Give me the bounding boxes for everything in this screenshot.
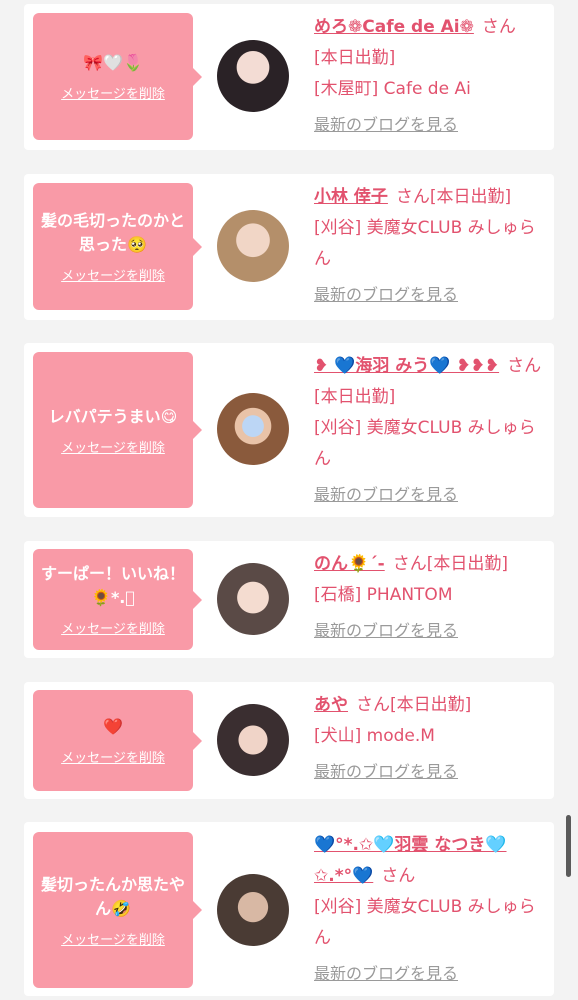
cast-name-link[interactable]: めろ❁Cafe de Ai❁ xyxy=(314,17,474,37)
delete-message-link[interactable]: メッセージを削除 xyxy=(61,437,165,456)
message-bubble: 🎀🤍🌷 メッセージを削除 xyxy=(33,13,202,140)
message-bubble: ❤️ メッセージを削除 xyxy=(33,690,202,791)
avatar[interactable] xyxy=(217,704,289,776)
avatar[interactable] xyxy=(217,874,289,946)
cast-name-link[interactable]: 小林 倖子 xyxy=(314,187,388,207)
cast-info: ❥ 💙海羽 みう💙 ❥❥❥ さん [本日出勤] [刈谷] 美魔女CLUB みしゅらん… xyxy=(314,351,542,511)
avatar[interactable] xyxy=(217,210,289,282)
message-card: 髪の毛切ったのかと思った🥺 メッセージを削除 小林 倖子 さん[本日出勤] [刈谷… xyxy=(24,174,554,320)
shop-label: [木屋町] Cafe de Ai xyxy=(314,79,471,99)
message-card: ❤️ メッセージを削除 あや さん[本日出勤] [犬山] mode.M 最新のブロ… xyxy=(24,682,554,799)
honorific: さん xyxy=(356,695,390,715)
shop-label: [刈谷] 美魔女CLUB みしゅらん xyxy=(314,218,536,269)
cast-info: あや さん[本日出勤] [犬山] mode.M 最新のブログを見る xyxy=(314,690,542,788)
blog-link[interactable]: 最新のブログを見る xyxy=(314,279,458,310)
status-label: [本日出勤] xyxy=(390,695,472,715)
blog-link[interactable]: 最新のブログを見る xyxy=(314,615,458,646)
message-text: 🎀🤍🌷 xyxy=(83,53,143,72)
avatar[interactable] xyxy=(217,393,289,465)
message-card: 髪切ったんか思たやん🤣 メッセージを削除 💙°*.✩🩵羽雲 なつき🩵✩.*°💙 さ… xyxy=(24,822,554,996)
shop-label: [刈谷] 美魔女CLUB みしゅらん xyxy=(314,418,536,469)
cast-name-link[interactable]: のん🌻´- xyxy=(314,554,385,574)
honorific: さん xyxy=(481,17,516,37)
message-card: すーぱー！いいね！🌻*.ﾟ メッセージを削除 のん🌻´- さん[本日出勤] [石橋… xyxy=(24,541,554,658)
status-label: [本日出勤] xyxy=(314,387,396,407)
cast-info: めろ❁Cafe de Ai❁ さん [本日出勤] [木屋町] Cafe de Ai… xyxy=(314,12,542,141)
cast-info: 小林 倖子 さん[本日出勤] [刈谷] 美魔女CLUB みしゅらん 最新のブログを… xyxy=(314,182,542,311)
delete-message-link[interactable]: メッセージを削除 xyxy=(61,265,165,284)
shop-label: [犬山] mode.M xyxy=(314,726,435,746)
status-label: [本日出勤] xyxy=(426,554,508,574)
message-text: 髪切ったんか思たやん🤣 xyxy=(40,874,185,918)
scroll-indicator[interactable] xyxy=(566,815,571,877)
delete-message-link[interactable]: メッセージを削除 xyxy=(61,929,165,948)
message-text: ❤️ xyxy=(103,717,123,736)
cast-info: のん🌻´- さん[本日出勤] [石橋] PHANTOM 最新のブログを見る xyxy=(314,549,542,647)
cast-name-link[interactable]: あや xyxy=(314,695,348,715)
status-label: [本日出勤] xyxy=(429,187,512,207)
honorific: さん xyxy=(507,356,542,376)
avatar[interactable] xyxy=(217,563,289,635)
message-text: レバパテうまい😋 xyxy=(48,406,178,426)
message-bubble: 髪切ったんか思たやん🤣 メッセージを削除 xyxy=(33,832,202,988)
honorific: さん xyxy=(392,554,427,574)
avatar[interactable] xyxy=(217,40,289,112)
blog-link[interactable]: 最新のブログを見る xyxy=(314,958,458,989)
message-card: レバパテうまい😋 メッセージを削除 ❥ 💙海羽 みう💙 ❥❥❥ さん [本日出勤] … xyxy=(24,343,554,517)
delete-message-link[interactable]: メッセージを削除 xyxy=(61,83,165,102)
shop-label: [石橋] PHANTOM xyxy=(314,585,453,605)
message-bubble: レバパテうまい😋 メッセージを削除 xyxy=(33,352,202,508)
shop-label: [刈谷] 美魔女CLUB みしゅらん xyxy=(314,897,536,948)
blog-link[interactable]: 最新のブログを見る xyxy=(314,756,458,787)
cast-info: 💙°*.✩🩵羽雲 なつき🩵✩.*°💙 さん [刈谷] 美魔女CLUB みしゅらん … xyxy=(314,830,542,990)
message-bubble: すーぱー！いいね！🌻*.ﾟ メッセージを削除 xyxy=(33,549,202,650)
message-card: 🎀🤍🌷 メッセージを削除 めろ❁Cafe de Ai❁ さん [本日出勤] [木屋… xyxy=(24,4,554,150)
message-text: すーぱー！いいね！🌻*.ﾟ xyxy=(40,564,185,607)
honorific: さん xyxy=(395,187,430,207)
status-label: [本日出勤] xyxy=(314,48,396,68)
cast-name-link[interactable]: ❥ 💙海羽 みう💙 ❥❥❥ xyxy=(314,356,499,376)
blog-link[interactable]: 最新のブログを見る xyxy=(314,109,458,140)
delete-message-link[interactable]: メッセージを削除 xyxy=(61,747,165,766)
blog-link[interactable]: 最新のブログを見る xyxy=(314,479,458,510)
delete-message-link[interactable]: メッセージを削除 xyxy=(61,618,165,637)
honorific: さん xyxy=(381,866,416,886)
message-text: 髪の毛切ったのかと思った🥺 xyxy=(40,211,185,254)
message-bubble: 髪の毛切ったのかと思った🥺 メッセージを削除 xyxy=(33,183,202,310)
